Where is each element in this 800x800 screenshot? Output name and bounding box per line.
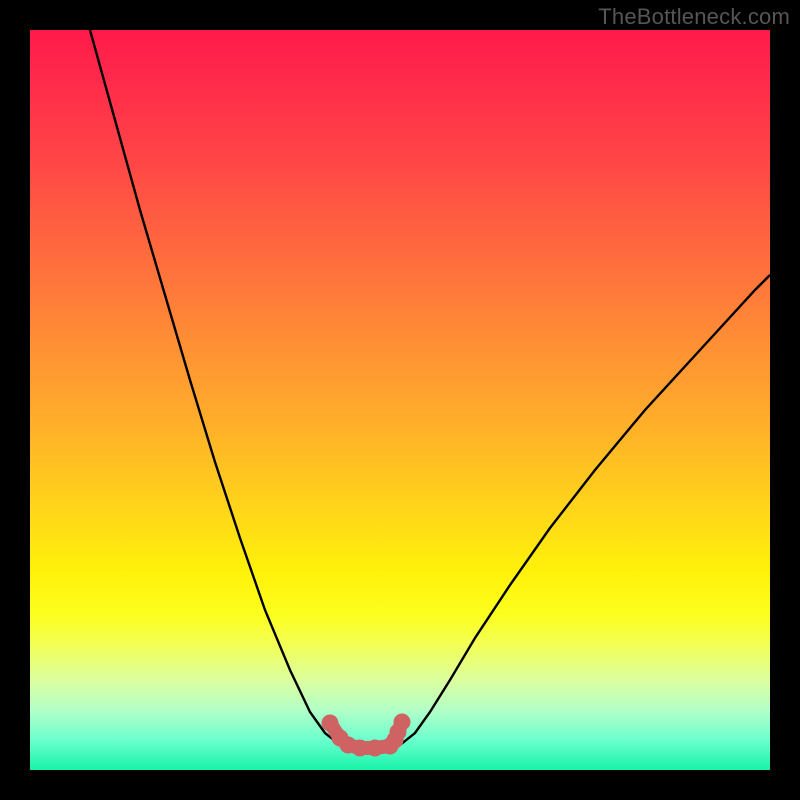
- watermark-text: TheBottleneck.com: [598, 4, 790, 30]
- chart-svg: [30, 30, 770, 770]
- marker-dot: [394, 714, 411, 731]
- curve-left-line: [90, 30, 340, 745]
- curve-right-line: [400, 275, 770, 745]
- chart-frame: TheBottleneck.com: [0, 0, 800, 800]
- plot-area: [30, 30, 770, 770]
- bottom-marker-dots: [322, 714, 411, 757]
- marker-dot: [352, 740, 369, 757]
- marker-dot: [322, 715, 339, 732]
- marker-dot: [367, 740, 384, 757]
